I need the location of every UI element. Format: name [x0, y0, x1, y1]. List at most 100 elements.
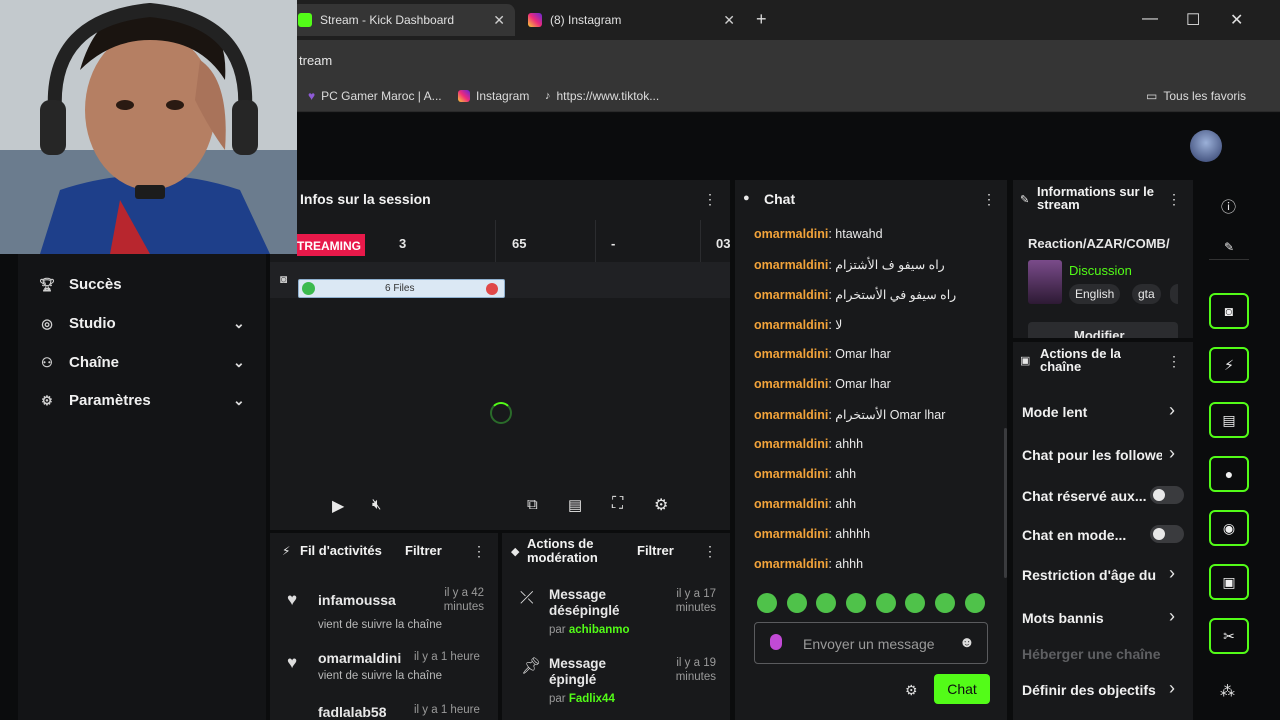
chat-input-placeholder[interactable]: Envoyer un message [803, 636, 935, 652]
stream-category[interactable]: Discussion [1069, 263, 1132, 278]
rail-layout-icon[interactable]: ▣ [1209, 564, 1249, 600]
chat-message: omarmaldini: ahhhh [754, 527, 871, 541]
kebab-menu-icon[interactable]: ⋮ [982, 191, 996, 208]
close-tab-icon[interactable]: ✕ [493, 12, 505, 29]
tag-chip-overflow [1170, 284, 1178, 304]
rail-wrench-icon[interactable]: ✂ [1209, 618, 1249, 654]
action-age-restriction[interactable]: Restriction d'âge du [1022, 567, 1156, 583]
emoji-icon[interactable]: ☻ [959, 634, 975, 651]
kebab-menu-icon[interactable]: ⋮ [472, 543, 486, 560]
bookmark-tiktok[interactable]: ♪ https://www.tiktok... [545, 89, 659, 103]
url-field[interactable]: tream [299, 53, 332, 68]
moderation-action: Message désépinglé [549, 587, 620, 618]
tiktok-logo-icon: ♪ [545, 90, 551, 102]
chat-title: Chat [764, 191, 796, 207]
moderation-title: Actions de modération [527, 536, 598, 565]
tab-instagram[interactable]: (8) Instagram ✕ [520, 4, 745, 36]
fullscreen-icon[interactable]: ⛶ [612, 495, 623, 513]
emote-icon[interactable] [846, 593, 866, 613]
rail-apps-icon[interactable]: ⁂ [1220, 682, 1235, 700]
action-chat-mode[interactable]: Chat en mode... [1022, 527, 1126, 543]
emote-icon[interactable] [816, 593, 836, 613]
kebab-menu-icon[interactable]: ⋮ [1167, 191, 1181, 208]
all-bookmarks[interactable]: ▭ Tous les favoris [1146, 89, 1246, 103]
webcam-overlay [0, 0, 297, 254]
action-followers-chat[interactable]: Chat pour les followe [1022, 447, 1162, 463]
chevron-down-icon: ⌄ [233, 315, 245, 331]
emote-icon[interactable] [935, 593, 955, 613]
rail-document-icon[interactable]: ▤ [1209, 402, 1249, 438]
rail-screenshot-icon[interactable]: ◙ [1209, 293, 1249, 329]
close-tab-icon[interactable]: ✕ [723, 12, 735, 29]
rail-broadcast-icon[interactable]: ◉ [1209, 510, 1249, 546]
shield-icon: ◆ [511, 546, 520, 558]
kebab-menu-icon[interactable]: ⋮ [1167, 353, 1181, 370]
theater-icon[interactable]: ▤ [568, 496, 582, 514]
close-icon[interactable] [486, 283, 498, 295]
activity-user[interactable]: infamoussa [318, 592, 396, 608]
pencil-icon: ✎ [1020, 194, 1030, 206]
chat-message: omarmaldini: Omar lhar [754, 377, 891, 391]
emote-icon[interactable] [905, 593, 925, 613]
settings-icon[interactable]: ⚙ [654, 495, 668, 515]
edit-stream-button[interactable]: Modifier [1028, 322, 1178, 338]
session-stat: 65 [512, 236, 527, 251]
rail-chat-icon[interactable]: ● [1209, 456, 1249, 492]
session-stat: 3 [399, 236, 407, 251]
action-banned-words[interactable]: Mots bannis [1022, 610, 1104, 626]
kebab-menu-icon[interactable]: ⋮ [703, 191, 717, 208]
subscriber-chat-toggle[interactable] [1150, 486, 1184, 504]
tab-kick-dashboard[interactable]: Stream - Kick Dashboard ✕ [290, 4, 515, 36]
chat-scrollbar[interactable] [1004, 428, 1007, 578]
action-subscriber-chat[interactable]: Chat réservé aux... [1022, 488, 1147, 504]
sidebar-item-parametres[interactable]: ⚙ Paramètres ⌄ [38, 392, 245, 409]
kebab-menu-icon[interactable]: ⋮ [703, 543, 717, 560]
emote-icon[interactable] [965, 593, 985, 613]
moderation-time: il y a 17 minutes [675, 588, 716, 614]
emote-icon[interactable] [757, 593, 777, 613]
chat-settings-icon[interactable]: ⚙ [905, 682, 918, 699]
category-thumbnail [1028, 260, 1062, 304]
emote-icon[interactable] [787, 593, 807, 613]
chevron-right-icon: › [1169, 606, 1175, 626]
emote-icon[interactable] [876, 593, 896, 613]
bookmark-instagram[interactable]: Instagram [458, 89, 529, 103]
maximize-icon[interactable]: ☐ [1186, 10, 1200, 30]
chat-mode-toggle[interactable] [1150, 525, 1184, 543]
sidebar-item-studio[interactable]: ◎ Studio ⌄ [38, 315, 244, 332]
tab-title: Stream - Kick Dashboard [320, 13, 455, 27]
activity-user[interactable]: fadlalab58 [318, 704, 386, 720]
close-window-icon[interactable]: ✕ [1230, 10, 1243, 30]
sidebar-item-chaine[interactable]: ⚇ Chaîne ⌄ [38, 354, 245, 371]
download-notification[interactable]: 6 Files [298, 279, 505, 298]
chat-message: omarmaldini: ahh [754, 497, 857, 511]
session-stat: 03 [716, 236, 731, 251]
moderation-by: par achibanmo [549, 624, 630, 636]
play-icon[interactable]: ▶ [332, 496, 344, 516]
activity-time: il y a 1 heure [414, 651, 480, 663]
activity-text: vient de suivre la chaîne [318, 670, 443, 682]
mute-icon[interactable]: 🔇︎ [372, 496, 381, 513]
action-mode-lent[interactable]: Mode lent [1022, 404, 1087, 420]
bookmark-pc-gamer[interactable]: ♥ PC Gamer Maroc | A... [308, 89, 442, 103]
microphone-icon[interactable] [770, 634, 782, 650]
instagram-logo-icon [458, 90, 470, 102]
unpin-icon: ⤫ [520, 588, 534, 607]
pip-icon[interactable]: ⧉ [527, 496, 538, 513]
webcam-person-image [0, 0, 297, 254]
activity-user[interactable]: omarmaldini [318, 650, 401, 666]
send-chat-button[interactable]: Chat [934, 674, 990, 704]
rail-lightning-icon[interactable]: ⚡︎ [1209, 347, 1249, 383]
divider [495, 220, 496, 262]
minimize-icon[interactable]: — [1142, 10, 1158, 28]
info-icon[interactable]: ⓘ [1221, 196, 1236, 217]
live-status-badge: TREAMING [297, 234, 365, 256]
action-set-goals[interactable]: Définir des objectifs [1022, 682, 1156, 698]
user-avatar[interactable] [1190, 130, 1222, 162]
heart-icon: ♥ [308, 89, 316, 103]
moderation-filter-button[interactable]: Filtrer [637, 543, 674, 558]
edit-layout-icon[interactable]: ✎ [1209, 240, 1249, 260]
new-tab-icon[interactable]: + [756, 9, 767, 30]
activity-filter-button[interactable]: Filtrer [405, 543, 442, 558]
sidebar-item-succes[interactable]: 🏆︎ Succès [38, 276, 122, 293]
